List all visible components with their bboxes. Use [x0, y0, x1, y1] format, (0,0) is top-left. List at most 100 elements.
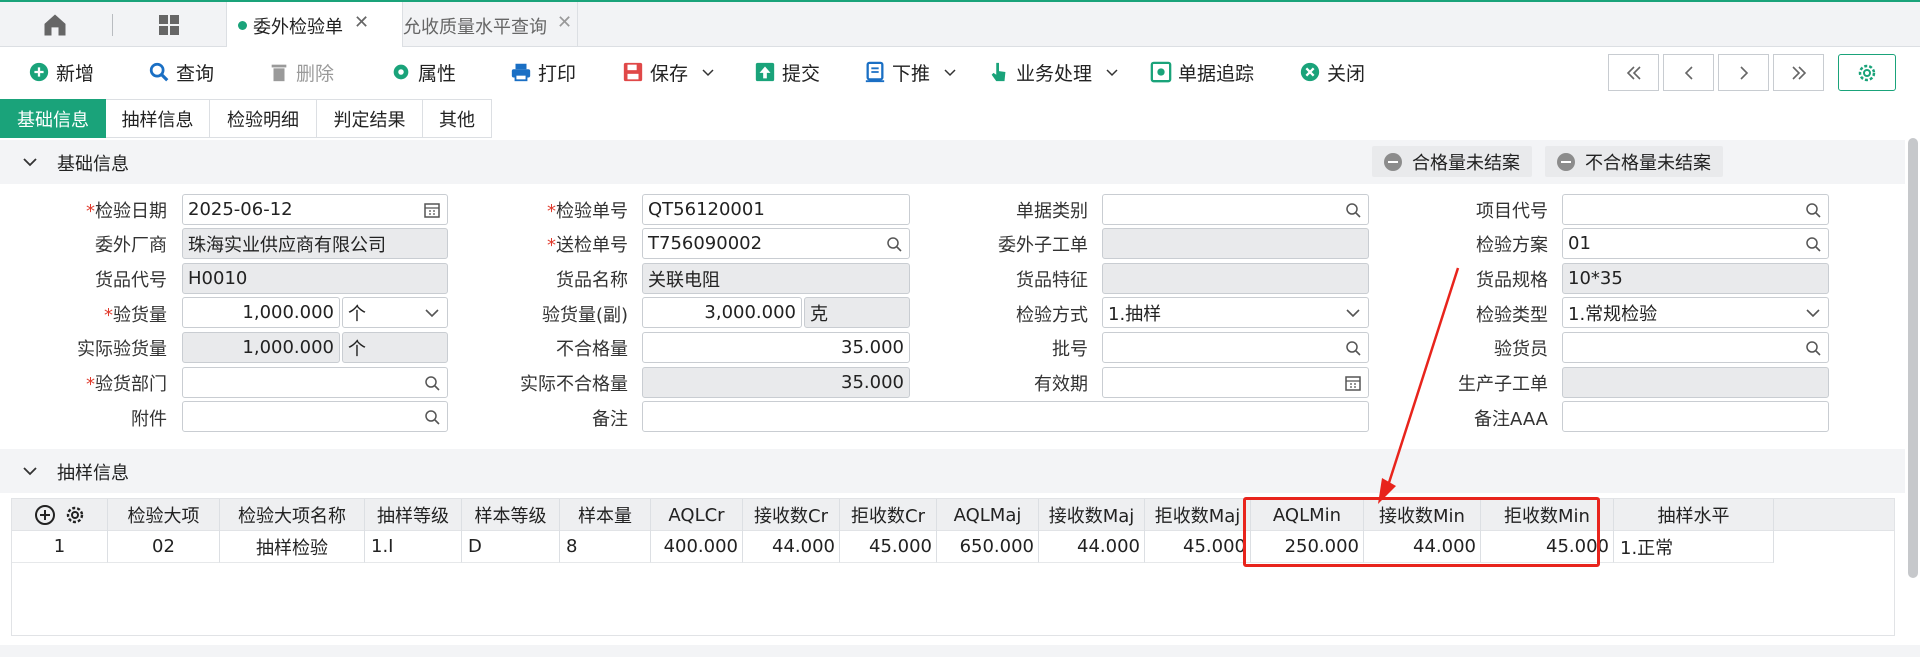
search-icon[interactable]: [1804, 201, 1822, 219]
column-header[interactable]: 接收数Maj: [1039, 499, 1145, 531]
column-header[interactable]: 样本量: [560, 499, 651, 531]
inspect-method-select[interactable]: 1.抽样: [1102, 297, 1369, 328]
production-sub-order-field[interactable]: [1562, 367, 1829, 398]
inspect-no-field[interactable]: QT56120001: [642, 194, 910, 225]
chevron-down-icon[interactable]: [22, 154, 38, 170]
tab-other[interactable]: 其他: [423, 99, 492, 138]
table-cell[interactable]: 44.000: [1039, 531, 1145, 563]
inspect-qty-field[interactable]: 1,000.000: [182, 297, 340, 328]
search-icon[interactable]: [885, 235, 903, 253]
outsource-vendor-field[interactable]: 珠海实业供应商有限公司: [182, 228, 448, 259]
delete-button[interactable]: 删除: [268, 57, 334, 87]
inspect-dept-field[interactable]: [182, 367, 448, 398]
new-button[interactable]: 新增: [28, 57, 94, 87]
column-header[interactable]: 拒收数Cr: [840, 499, 937, 531]
outsource-sub-order-field[interactable]: [1102, 228, 1369, 259]
tab-sampling-info[interactable]: 抽样信息: [106, 99, 210, 138]
settings-button[interactable]: [1838, 54, 1896, 91]
batch-no-field[interactable]: [1102, 332, 1369, 363]
inspect-qty-unit-select[interactable]: 个: [342, 297, 448, 328]
document-trace-button[interactable]: 单据追踪: [1150, 57, 1254, 87]
unqualified-not-closed-button[interactable]: 不合格量未结案: [1545, 146, 1723, 177]
table-cell[interactable]: 650.000: [937, 531, 1039, 563]
vertical-scrollbar[interactable]: [1908, 138, 1918, 578]
item-code-field[interactable]: H0010: [182, 263, 448, 294]
item-name-field[interactable]: 关联电阻: [642, 263, 910, 294]
close-tab-icon[interactable]: ✕: [557, 12, 572, 33]
search-icon[interactable]: [423, 374, 441, 392]
table-cell[interactable]: D: [462, 531, 560, 563]
gear-icon[interactable]: [64, 504, 86, 526]
remark-field[interactable]: [642, 401, 1369, 432]
search-icon[interactable]: [423, 408, 441, 426]
tab-basic-info[interactable]: 基础信息: [0, 99, 106, 138]
table-cell[interactable]: 1.I: [365, 531, 462, 563]
qualified-not-closed-button[interactable]: 合格量未结案: [1372, 146, 1532, 177]
item-feature-field[interactable]: [1102, 263, 1369, 294]
actual-inspect-qty-field[interactable]: 1,000.000: [182, 332, 340, 363]
chevron-down-icon[interactable]: [1106, 66, 1118, 78]
doc-type-field[interactable]: [1102, 194, 1369, 225]
tab-judgment-result[interactable]: 判定结果: [317, 99, 423, 138]
chevron-down-icon[interactable]: [702, 66, 714, 78]
first-record-button[interactable]: [1608, 54, 1659, 91]
remark-aaa-field[interactable]: [1562, 401, 1829, 432]
search-icon[interactable]: [1344, 201, 1362, 219]
submit-button[interactable]: 提交: [754, 57, 820, 87]
calendar-icon[interactable]: [423, 201, 441, 219]
print-button[interactable]: 打印: [510, 57, 576, 87]
column-header[interactable]: 检验大项: [108, 499, 220, 531]
close-button[interactable]: 关闭: [1299, 57, 1365, 87]
apps-grid-icon[interactable]: [156, 13, 182, 37]
previous-record-button[interactable]: [1663, 54, 1714, 91]
actual-unqualified-qty-field[interactable]: 35.000: [642, 367, 910, 398]
expiry-field[interactable]: [1102, 367, 1369, 398]
next-record-button[interactable]: [1718, 54, 1769, 91]
inspect-plan-field[interactable]: 01: [1562, 228, 1829, 259]
calendar-icon[interactable]: [1344, 374, 1362, 392]
search-icon[interactable]: [1804, 339, 1822, 357]
column-header[interactable]: 接收数Cr: [743, 499, 840, 531]
inspector-field[interactable]: [1562, 332, 1829, 363]
table-cell[interactable]: 02: [108, 531, 220, 563]
column-header[interactable]: AQLMaj: [937, 499, 1039, 531]
tab-inspection-detail[interactable]: 检验明细: [210, 99, 317, 138]
sampling-info-section-header[interactable]: 抽样信息: [0, 449, 1905, 493]
inspect-qty-sub-field[interactable]: 3,000.000: [642, 297, 802, 328]
column-header[interactable]: 检验大项名称: [220, 499, 365, 531]
search-icon[interactable]: [1804, 235, 1822, 253]
search-icon[interactable]: [1344, 339, 1362, 357]
attachment-field[interactable]: [182, 401, 448, 432]
item-spec-field[interactable]: 10*35: [1562, 263, 1829, 294]
column-header[interactable]: 拒收数Maj: [1145, 499, 1251, 531]
home-icon[interactable]: [40, 11, 70, 39]
last-record-button[interactable]: [1773, 54, 1824, 91]
business-process-button[interactable]: 业务处理: [988, 57, 1118, 87]
table-cell[interactable]: 400.000: [651, 531, 743, 563]
properties-button[interactable]: 属性: [390, 57, 456, 87]
inspect-date-field[interactable]: 2025-06-12: [182, 194, 448, 225]
table-cell[interactable]: 1.正常: [1614, 531, 1774, 563]
inspect-qty-sub-unit-field[interactable]: 克: [804, 297, 910, 328]
close-tab-icon[interactable]: ✕: [354, 12, 369, 33]
table-cell[interactable]: 45.000: [1145, 531, 1251, 563]
query-button[interactable]: 查询: [148, 57, 214, 87]
unqualified-qty-field[interactable]: 35.000: [642, 332, 910, 363]
chevron-down-icon[interactable]: [22, 463, 38, 479]
inspect-type-select[interactable]: 1.常规检验: [1562, 297, 1829, 328]
send-no-field[interactable]: T756090002: [642, 228, 910, 259]
save-button[interactable]: 保存: [622, 57, 714, 87]
column-header[interactable]: AQLCr: [651, 499, 743, 531]
column-header[interactable]: 样本等级: [462, 499, 560, 531]
table-cell[interactable]: 45.000: [840, 531, 937, 563]
table-cell[interactable]: 44.000: [743, 531, 840, 563]
chevron-down-icon[interactable]: [944, 66, 956, 78]
push-down-button[interactable]: 下推: [864, 57, 956, 87]
project-code-field[interactable]: [1562, 194, 1829, 225]
table-cell[interactable]: 抽样检验: [220, 531, 365, 563]
table-cell[interactable]: 8: [560, 531, 651, 563]
column-header[interactable]: 抽样水平: [1614, 499, 1774, 531]
add-row-icon[interactable]: [34, 504, 56, 526]
actual-inspect-qty-unit-field[interactable]: 个: [342, 332, 448, 363]
column-header[interactable]: 抽样等级: [365, 499, 462, 531]
